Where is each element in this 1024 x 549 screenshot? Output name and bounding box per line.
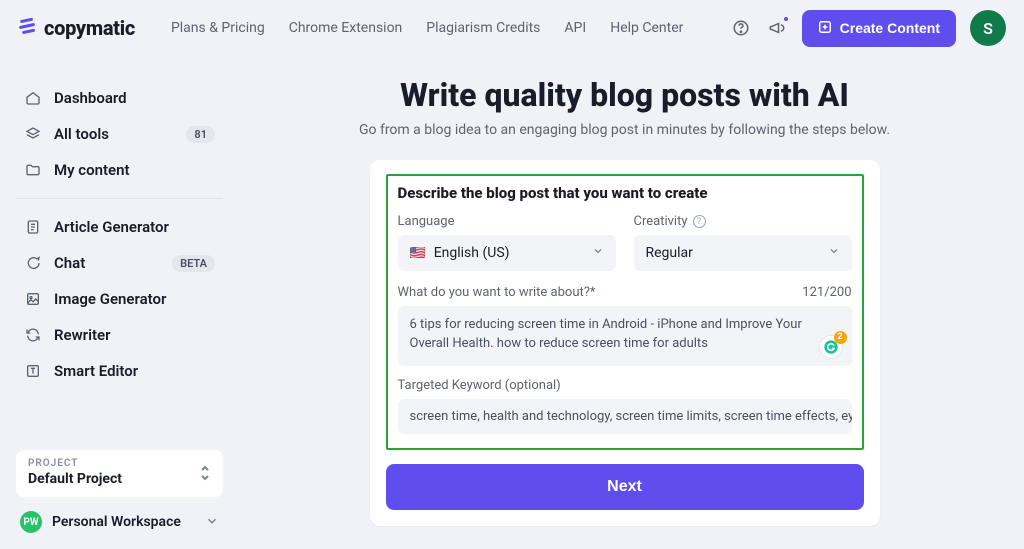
topic-textarea[interactable]: 6 tips for reducing screen time in Andro… [398, 306, 852, 366]
sidebar-item-rewriter[interactable]: Rewriter [16, 317, 223, 353]
sidebar-item-label: All tools [54, 125, 174, 143]
chat-icon [24, 254, 42, 272]
form-section-title: Describe the blog post that you want to … [398, 184, 852, 202]
sidebar-item-smart-editor[interactable]: Smart Editor [16, 353, 223, 389]
home-icon [24, 89, 42, 107]
workspace-selector[interactable]: PW Personal Workspace [16, 507, 223, 537]
chevron-down-icon [828, 245, 840, 261]
chat-beta-badge: BETA [172, 255, 215, 272]
keyword-input[interactable]: screen time, health and technology, scre… [398, 399, 852, 434]
plus-square-icon [818, 20, 832, 37]
image-icon [24, 290, 42, 308]
language-value: English (US) [434, 245, 510, 261]
flag-us-icon: 🇺🇸 [410, 246, 426, 261]
creativity-label: Creativity ? [634, 214, 852, 229]
sidebar-item-chat[interactable]: Chat BETA [16, 245, 223, 281]
text-icon [24, 362, 42, 380]
next-label: Next [607, 478, 642, 495]
info-icon[interactable]: ? [693, 215, 706, 228]
sidebar-item-label: My content [54, 161, 215, 179]
sidebar-item-all-tools[interactable]: All tools 81 [16, 116, 223, 152]
language-label: Language [398, 214, 616, 229]
nav-chrome-extension[interactable]: Chrome Extension [289, 20, 403, 36]
sidebar-item-label: Article Generator [54, 218, 215, 236]
avatar[interactable]: S [970, 10, 1006, 46]
sidebar-item-label: Smart Editor [54, 362, 215, 380]
project-section-label: PROJECT [28, 458, 199, 469]
form-highlight-box: Describe the blog post that you want to … [386, 174, 864, 450]
topic-char-count: 121/200 [802, 285, 851, 300]
project-name: Default Project [28, 471, 199, 487]
sidebar-item-label: Image Generator [54, 290, 215, 308]
topic-label: What do you want to write about?* [398, 285, 596, 300]
nav-api[interactable]: API [564, 20, 586, 36]
sidebar-divider [16, 198, 223, 199]
updown-chevron-icon [199, 465, 211, 481]
create-content-button[interactable]: Create Content [802, 10, 956, 47]
sidebar: Dashboard All tools 81 My content Articl… [0, 56, 235, 549]
page-title: Write quality blog posts with AI [400, 76, 849, 114]
chevron-down-icon [592, 245, 604, 261]
nav-help-center[interactable]: Help Center [610, 20, 683, 36]
project-selector[interactable]: PROJECT Default Project [16, 450, 223, 497]
topic-value: 6 tips for reducing screen time in Andro… [410, 317, 802, 351]
language-select[interactable]: 🇺🇸 English (US) [398, 235, 616, 271]
sidebar-item-label: Chat [54, 254, 160, 272]
create-content-label: Create Content [840, 20, 940, 36]
avatar-initial: S [983, 19, 993, 38]
main-content: Write quality blog posts with AI Go from… [235, 56, 1024, 549]
top-nav: Plans & Pricing Chrome Extension Plagiar… [171, 20, 683, 36]
sidebar-item-image-generator[interactable]: Image Generator [16, 281, 223, 317]
announcements-icon[interactable] [766, 17, 788, 39]
nav-plans[interactable]: Plans & Pricing [171, 20, 265, 36]
top-header: copymatic Plans & Pricing Chrome Extensi… [0, 0, 1024, 56]
layers-icon [24, 125, 42, 143]
creativity-value: Regular [646, 245, 693, 261]
form-panel: Describe the blog post that you want to … [370, 160, 880, 526]
folder-icon [24, 161, 42, 179]
grammarly-icon[interactable]: 2 [820, 336, 842, 358]
keyword-label: Targeted Keyword (optional) [398, 378, 561, 393]
sidebar-item-article-generator[interactable]: Article Generator [16, 209, 223, 245]
all-tools-count-badge: 81 [186, 126, 215, 143]
next-button[interactable]: Next [386, 464, 864, 510]
brand-logo[interactable]: copymatic [18, 16, 135, 41]
sidebar-item-my-content[interactable]: My content [16, 152, 223, 188]
keyword-value: screen time, health and technology, scre… [410, 409, 852, 424]
sidebar-item-label: Rewriter [54, 326, 215, 344]
sidebar-item-label: Dashboard [54, 89, 215, 107]
refresh-icon [24, 326, 42, 344]
workspace-badge-icon: PW [20, 511, 42, 533]
workspace-name: Personal Workspace [52, 514, 195, 530]
help-icon[interactable] [730, 17, 752, 39]
logo-mark-icon [18, 16, 38, 41]
grammarly-count-badge: 2 [834, 331, 847, 344]
creativity-select[interactable]: Regular [634, 235, 852, 271]
header-icons [730, 17, 788, 39]
document-icon [24, 218, 42, 236]
page-subtitle: Go from a blog idea to an engaging blog … [359, 122, 890, 138]
notification-dot-icon [782, 15, 790, 23]
chevron-down-icon [205, 513, 219, 532]
nav-plagiarism[interactable]: Plagiarism Credits [426, 20, 540, 36]
sidebar-item-dashboard[interactable]: Dashboard [16, 80, 223, 116]
brand-name: copymatic [44, 16, 135, 40]
